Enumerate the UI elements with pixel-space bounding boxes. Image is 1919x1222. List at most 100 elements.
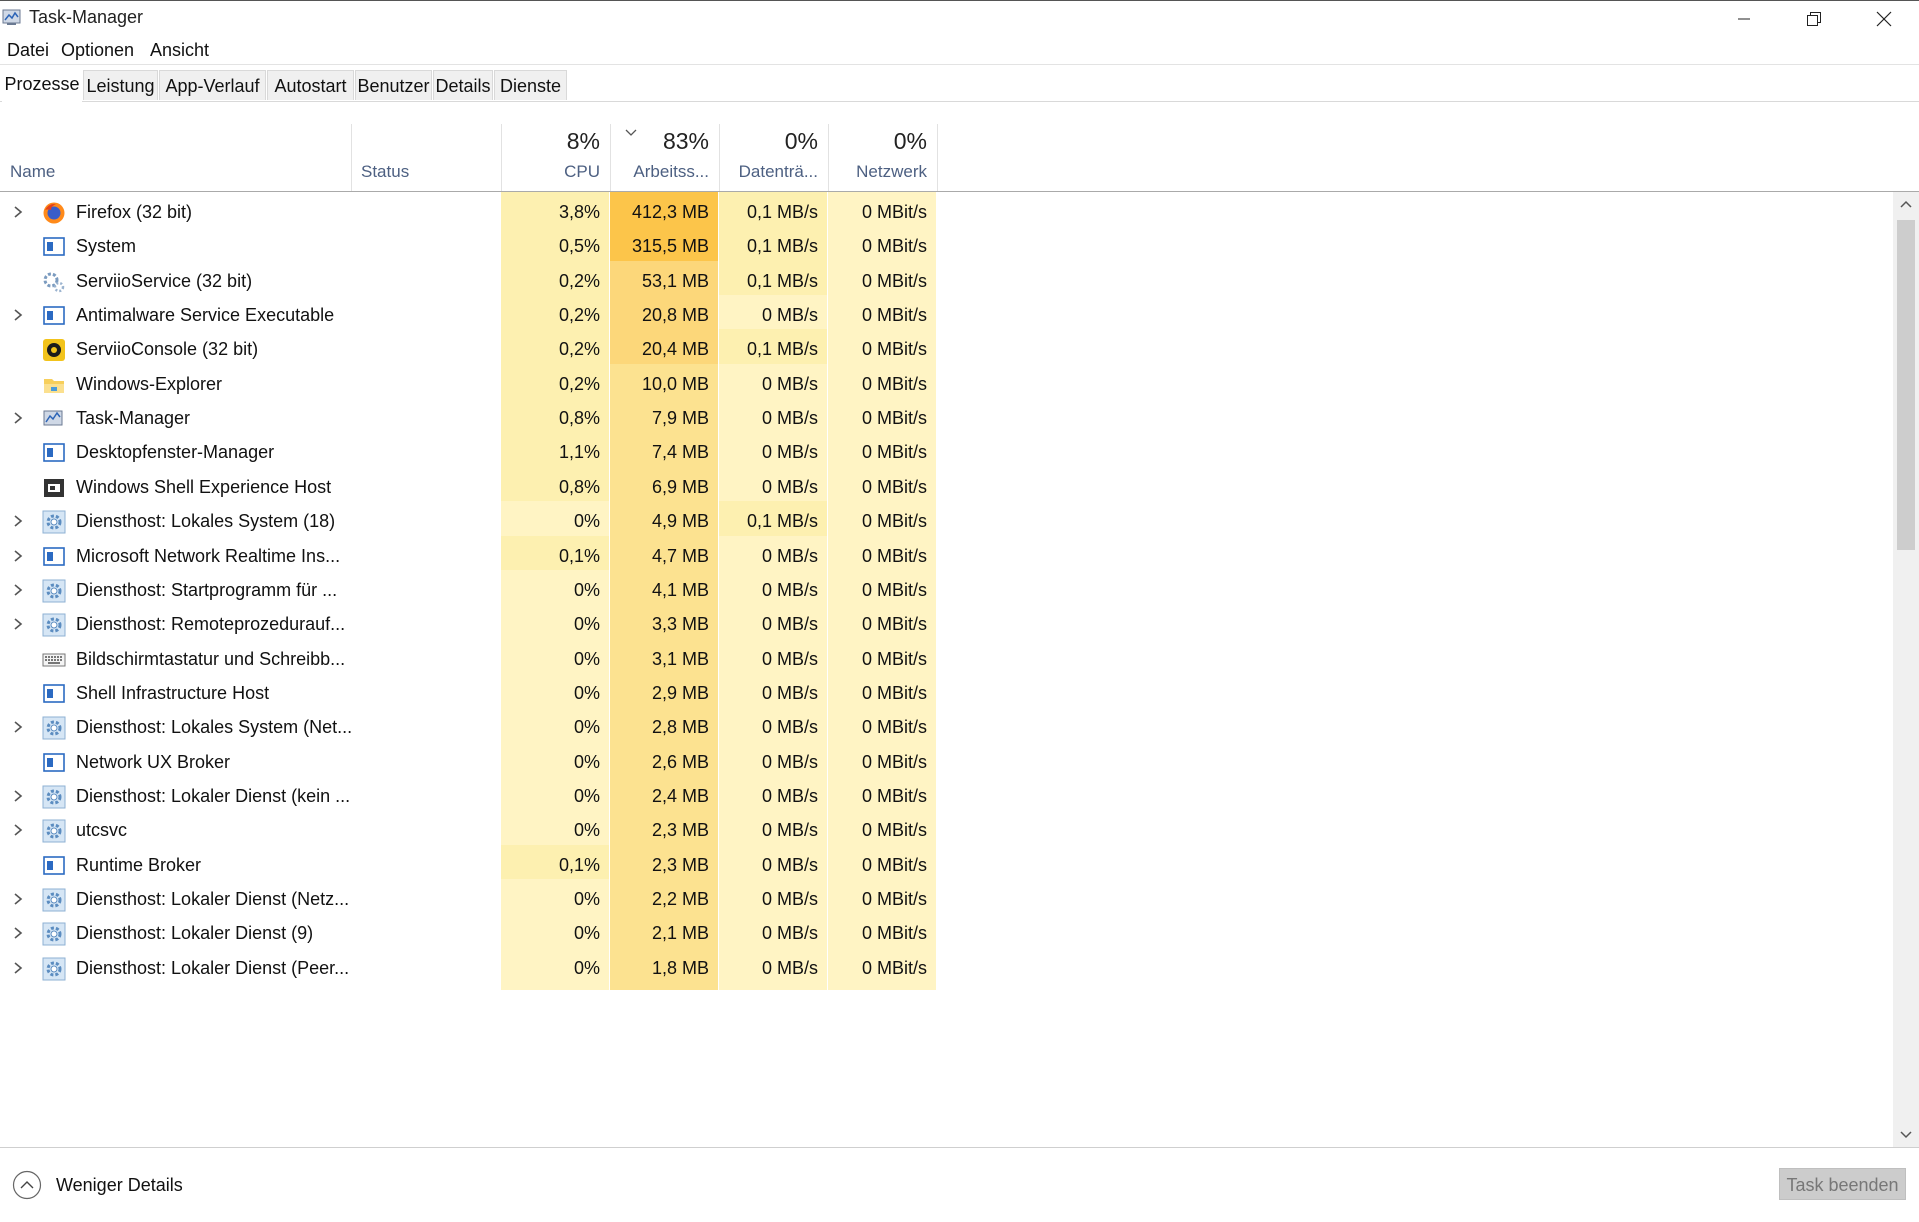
column-disk[interactable]: 0% Datenträ... <box>720 124 828 191</box>
column-disk-label: Datenträ... <box>738 162 818 181</box>
column-name[interactable]: Name <box>0 124 351 191</box>
column-cpu-label: CPU <box>564 162 600 181</box>
chevron-right-icon[interactable] <box>12 205 24 219</box>
column-network-label: Netzwerk <box>856 162 927 181</box>
scroll-down-button[interactable] <box>1893 1123 1919 1147</box>
footer-bar: Weniger Details Task beenden <box>0 1147 1919 1222</box>
tab-app-verlauf[interactable]: App-Verlauf <box>159 70 266 100</box>
chevron-right-icon[interactable] <box>12 892 24 906</box>
process-name: Shell Infrastructure Host <box>76 682 270 703</box>
gear-icon <box>42 819 66 843</box>
tab-leistung[interactable]: Leistung <box>83 70 158 100</box>
process-name: Desktopfenster-Manager <box>76 442 275 463</box>
chevron-down-icon <box>1900 1131 1912 1139</box>
process-name: ServiioService (32 bit) <box>76 270 253 291</box>
process-name: Diensthost: Lokaler Dienst (9) <box>76 923 314 944</box>
chevron-right-icon[interactable] <box>12 823 24 837</box>
folder-icon <box>42 373 66 397</box>
column-network[interactable]: 0% Netzwerk <box>829 124 937 191</box>
keyboard-icon <box>42 648 66 672</box>
process-list: Firefox (32 bit) 3,8% 412,3 MB 0,1 MB/s 0 MB… <box>0 192 1893 1147</box>
serviio-icon <box>42 338 66 362</box>
scroll-up-button[interactable] <box>1893 192 1919 216</box>
gear-icon <box>42 922 66 946</box>
process-name: Windows-Explorer <box>76 373 223 394</box>
chevron-up-icon <box>1900 200 1912 208</box>
window-icon <box>42 682 66 706</box>
network-total: 0% <box>893 128 927 154</box>
vertical-scrollbar[interactable] <box>1893 192 1919 1147</box>
disk-total: 0% <box>784 128 818 154</box>
minimize-button[interactable] <box>1709 1 1779 37</box>
chevron-right-icon[interactable] <box>12 720 24 734</box>
column-name-label: Name <box>10 162 56 181</box>
cpu-cell: 0% <box>501 947 609 990</box>
process-name: Diensthost: Remoteprozedurauf... <box>76 614 346 635</box>
chevron-right-icon[interactable] <box>12 617 24 631</box>
column-header: Name Status 8% CPU 83% Arbeitss... 0% Da… <box>0 124 1919 192</box>
service-gears-icon <box>42 270 66 294</box>
dark-window-icon <box>42 476 66 500</box>
taskmanager-icon <box>2 9 21 25</box>
gear-icon <box>42 510 66 534</box>
process-name: System <box>76 236 137 257</box>
minimize-icon <box>1738 18 1750 20</box>
process-name: Diensthost: Lokales System (18) <box>76 511 336 532</box>
process-name: Diensthost: Lokaler Dienst (Peer... <box>76 957 350 978</box>
process-name: Bildschirmtastatur und Schreibb... <box>76 648 346 669</box>
scroll-thumb[interactable] <box>1897 220 1915 550</box>
chevron-right-icon[interactable] <box>12 549 24 563</box>
end-task-button[interactable]: Task beenden <box>1779 1168 1906 1200</box>
column-divider[interactable] <box>937 124 938 191</box>
title-bar: Task-Manager <box>0 0 1919 37</box>
window-icon <box>42 441 66 465</box>
restore-button[interactable] <box>1779 1 1849 37</box>
chevron-right-icon[interactable] <box>12 961 24 975</box>
gear-icon <box>42 579 66 603</box>
cpu-total: 8% <box>566 128 600 154</box>
column-cpu[interactable]: 8% CPU <box>502 124 610 191</box>
restore-icon <box>1807 12 1821 26</box>
firefox-icon <box>42 201 66 225</box>
process-name: Firefox (32 bit) <box>76 202 193 222</box>
tab-dienste[interactable]: Dienste <box>494 70 567 100</box>
disk-cell: 0 MB/s <box>719 947 827 990</box>
column-status-label: Status <box>361 162 410 181</box>
chevron-right-icon[interactable] <box>12 789 24 803</box>
chevron-right-icon[interactable] <box>12 411 24 425</box>
menu-optionen[interactable]: Optionen <box>61 40 134 61</box>
window-title: Task-Manager <box>29 7 144 27</box>
fewer-details-button[interactable]: Weniger Details <box>12 1170 183 1200</box>
tab-autostart[interactable]: Autostart <box>267 70 354 100</box>
process-name: Network UX Broker <box>76 751 231 772</box>
gear-icon <box>42 957 66 981</box>
gear-icon <box>42 716 66 740</box>
tab-prozesse[interactable]: Prozesse <box>2 68 82 102</box>
chevron-right-icon[interactable] <box>12 514 24 528</box>
close-icon <box>1876 11 1892 27</box>
chevron-right-icon[interactable] <box>12 926 24 940</box>
memory-total: 83% <box>662 128 709 154</box>
menu-bar: Datei Optionen Ansicht <box>0 36 1919 64</box>
window-icon <box>42 751 66 775</box>
window-icon <box>42 304 66 328</box>
gear-icon <box>42 785 66 809</box>
taskmanager-icon <box>42 407 66 431</box>
memory-cell: 1,8 MB <box>610 947 718 990</box>
chevron-right-icon[interactable] <box>12 308 24 322</box>
column-status[interactable]: Status <box>352 124 501 191</box>
process-row[interactable]: Diensthost: Lokaler Dienst (Peer... 0% 1,8… <box>0 947 1893 990</box>
menu-datei[interactable]: Datei <box>7 40 49 61</box>
process-name: Diensthost: Startprogramm für ... <box>76 579 338 600</box>
sort-descending-icon <box>625 129 637 136</box>
process-name: Diensthost: Lokaler Dienst (kein ... <box>76 785 351 806</box>
menu-ansicht[interactable]: Ansicht <box>150 40 209 61</box>
process-name: Microsoft Network Realtime Ins... <box>76 545 341 566</box>
tab-details[interactable]: Details <box>433 70 493 100</box>
chevron-right-icon[interactable] <box>12 583 24 597</box>
process-name: Runtime Broker <box>76 854 202 875</box>
process-name: Antimalware Service Executable <box>76 305 335 326</box>
close-button[interactable] <box>1849 1 1919 37</box>
tab-benutzer[interactable]: Benutzer <box>355 70 432 100</box>
process-name: Diensthost: Lokaler Dienst (Netz... <box>76 889 350 909</box>
